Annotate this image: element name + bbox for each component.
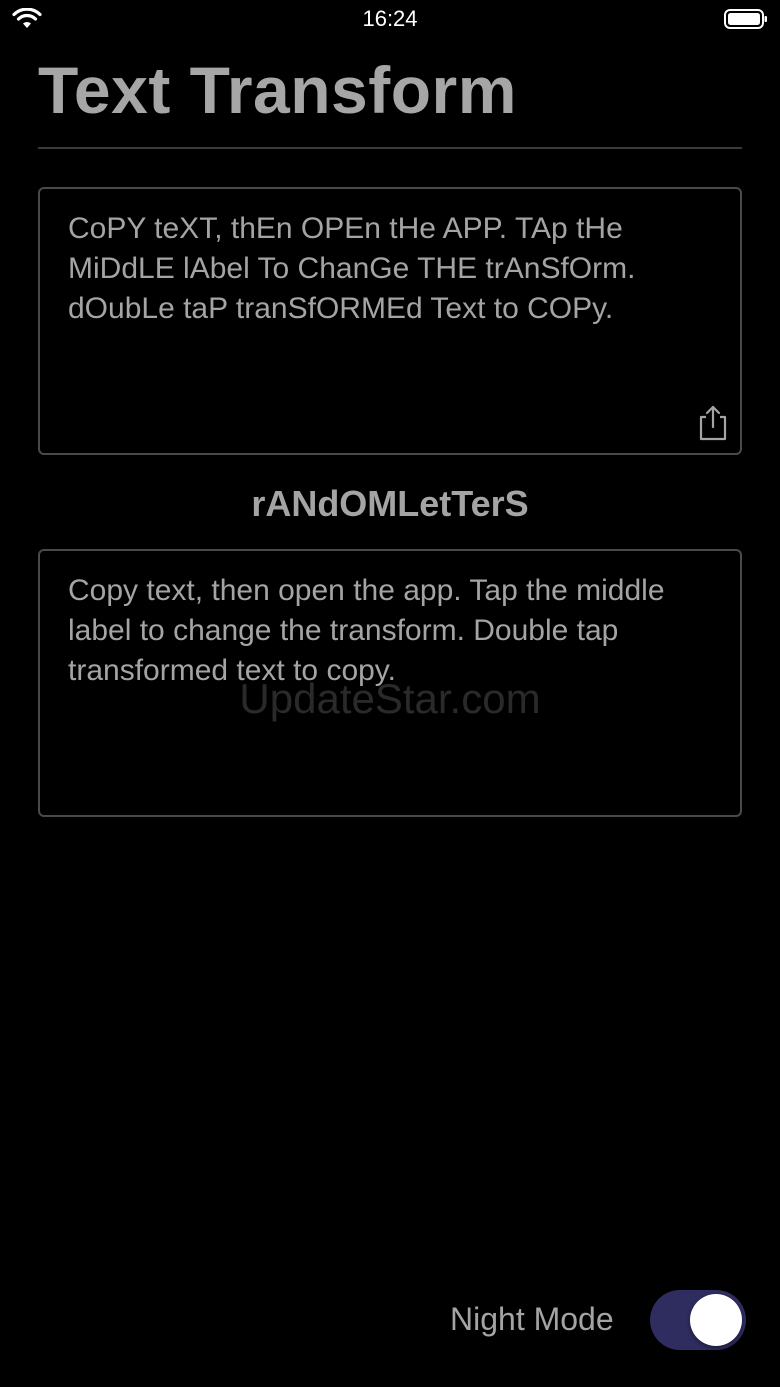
output-text[interactable]: Copy text, then open the app. Tap the mi…	[68, 571, 728, 691]
input-text-box[interactable]: CoPY teXT, thEn OPEn tHe APP. TAp tHe Mi…	[38, 187, 742, 455]
title-divider	[38, 147, 742, 149]
share-icon[interactable]	[696, 403, 730, 443]
status-bar: 16:24	[0, 0, 780, 40]
battery-icon	[724, 9, 767, 29]
status-time: 16:24	[362, 6, 418, 31]
toggle-knob[interactable]	[690, 1294, 742, 1346]
night-mode-toggle[interactable]	[650, 1290, 746, 1350]
page-title: Text Transform	[38, 53, 517, 127]
output-text-box[interactable]: Copy text, then open the app. Tap the mi…	[38, 549, 742, 817]
night-mode-label: Night Mode	[450, 1301, 614, 1337]
input-text[interactable]: CoPY teXT, thEn OPEn tHe APP. TAp tHe Mi…	[68, 209, 728, 329]
transform-label[interactable]: rANdOMLetTerS	[0, 483, 780, 525]
